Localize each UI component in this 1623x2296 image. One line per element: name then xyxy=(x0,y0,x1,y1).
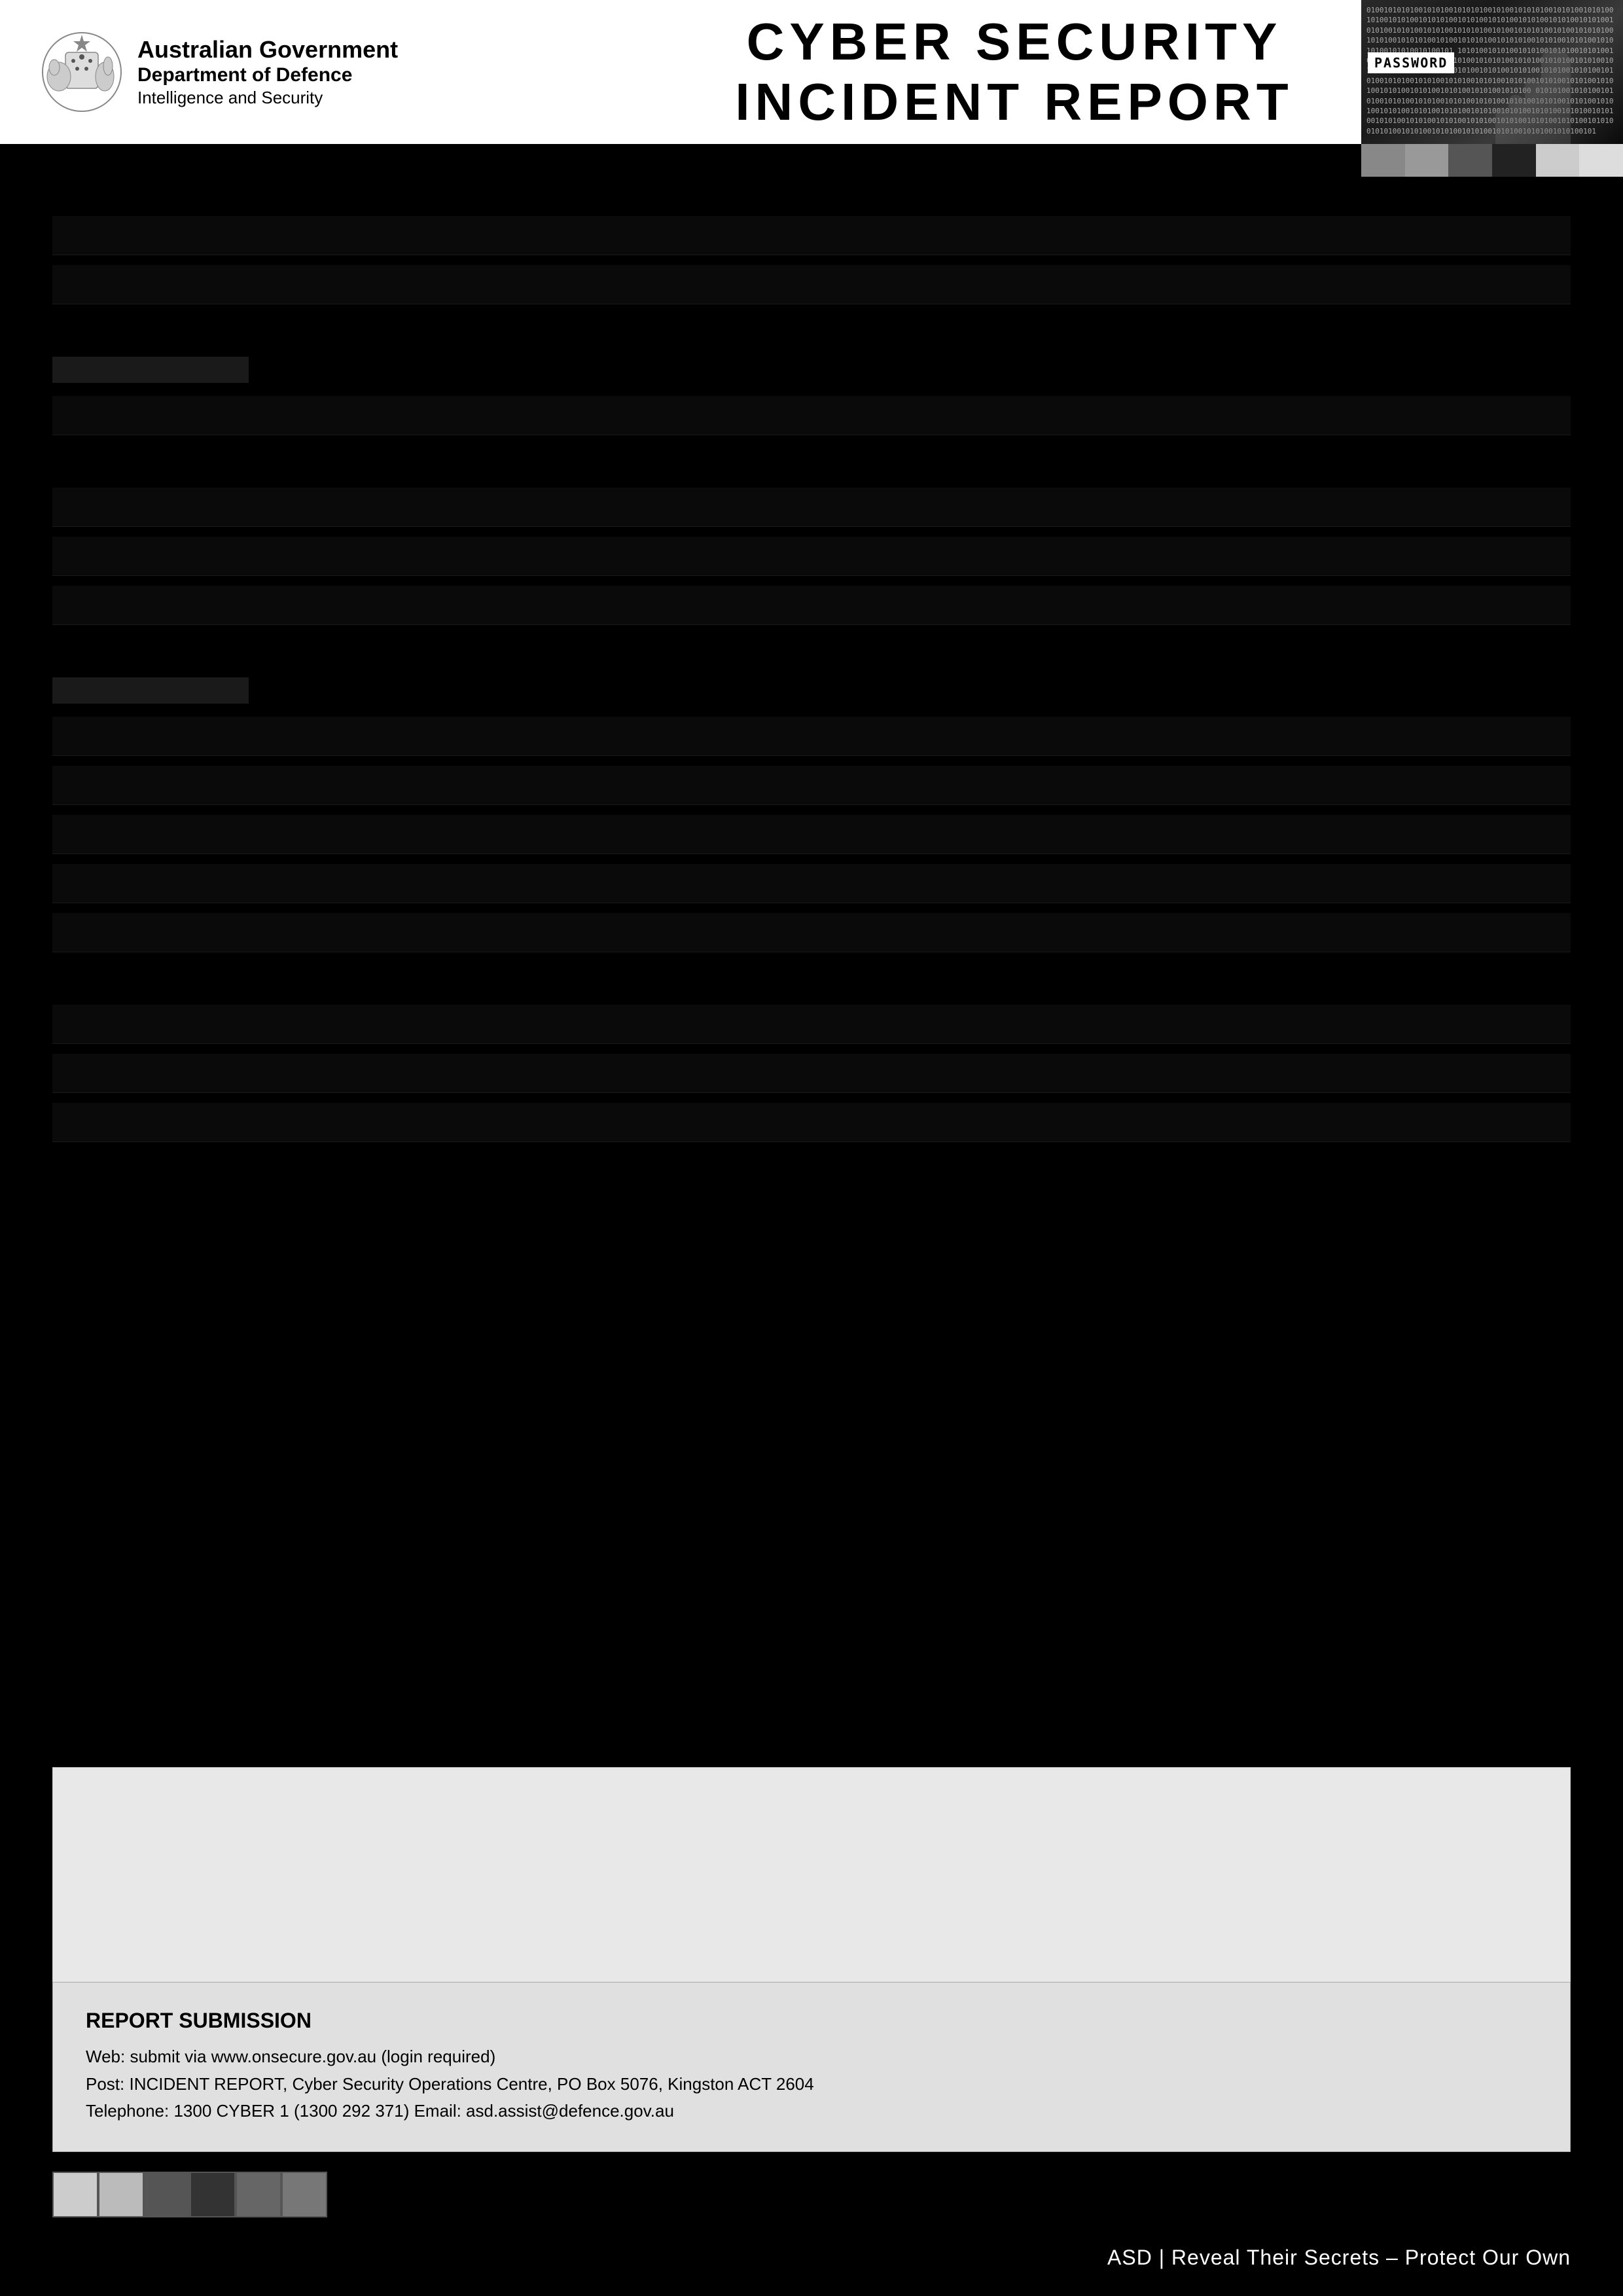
form-row-3[interactable] xyxy=(52,396,1571,435)
submission-box: REPORT SUBMISSION Web: submit via www.on… xyxy=(52,1982,1571,2152)
form-section-3 xyxy=(52,488,1571,625)
report-title: CYBER SECURITY INCIDENT REPORT xyxy=(735,12,1293,132)
color-strip-top xyxy=(1361,144,1623,177)
color-box-1 xyxy=(1361,144,1405,177)
form-row-13[interactable] xyxy=(52,1054,1571,1093)
cyber-image: 0100101010100101010010101010010100101010… xyxy=(1361,0,1623,144)
bottom-color-box-5 xyxy=(236,2172,281,2217)
department-label: Department of Defence xyxy=(137,63,398,87)
form-section-4 xyxy=(52,677,1571,952)
australian-government-label: Australian Government xyxy=(137,35,398,63)
form-row-4[interactable] xyxy=(52,488,1571,527)
color-box-6 xyxy=(1579,144,1623,177)
submission-post: Post: INCIDENT REPORT, Cyber Security Op… xyxy=(86,2071,1537,2098)
form-row-5[interactable] xyxy=(52,537,1571,576)
hand-icon xyxy=(1492,0,1623,144)
color-box-4 xyxy=(1492,144,1536,177)
bottom-color-box-3 xyxy=(144,2172,190,2217)
color-box-3 xyxy=(1448,144,1492,177)
color-strip-bottom xyxy=(52,2172,327,2217)
coat-of-arms-icon xyxy=(39,29,124,115)
bottom-color-box-1 xyxy=(52,2172,98,2217)
form-section-5 xyxy=(52,1005,1571,1142)
color-box-5 xyxy=(1536,144,1580,177)
submission-web: Web: submit via www.onsecure.gov.au (log… xyxy=(86,2043,1537,2071)
form-row-8[interactable] xyxy=(52,766,1571,805)
intelligence-label: Intelligence and Security xyxy=(137,87,398,109)
form-row-10[interactable] xyxy=(52,864,1571,903)
color-box-2 xyxy=(1405,144,1449,177)
logo-area: Australian Government Department of Defe… xyxy=(39,29,419,115)
info-box xyxy=(52,1767,1571,1996)
government-text-block: Australian Government Department of Defe… xyxy=(137,35,398,109)
form-row-14[interactable] xyxy=(52,1103,1571,1142)
form-section-2 xyxy=(52,357,1571,435)
form-row-9[interactable] xyxy=(52,815,1571,854)
form-row-2[interactable] xyxy=(52,265,1571,304)
form-row-11[interactable] xyxy=(52,913,1571,952)
submission-phone: Telephone: 1300 CYBER 1 (1300 292 371) E… xyxy=(86,2098,1537,2125)
section-header-1 xyxy=(52,357,249,383)
bottom-color-box-6 xyxy=(281,2172,327,2217)
submission-title: REPORT SUBMISSION xyxy=(86,2009,1537,2033)
form-row-12[interactable] xyxy=(52,1005,1571,1044)
bottom-color-box-4 xyxy=(190,2172,236,2217)
password-badge: PASSWORD xyxy=(1368,52,1454,73)
form-row-1[interactable] xyxy=(52,216,1571,255)
bottom-color-box-2 xyxy=(98,2172,144,2217)
form-section-1 xyxy=(52,216,1571,304)
form-row-6[interactable] xyxy=(52,586,1571,625)
section-header-2 xyxy=(52,677,249,704)
form-row-7[interactable] xyxy=(52,717,1571,756)
footer-tagline: ASD | Reveal Their Secrets – Protect Our… xyxy=(1107,2246,1571,2270)
